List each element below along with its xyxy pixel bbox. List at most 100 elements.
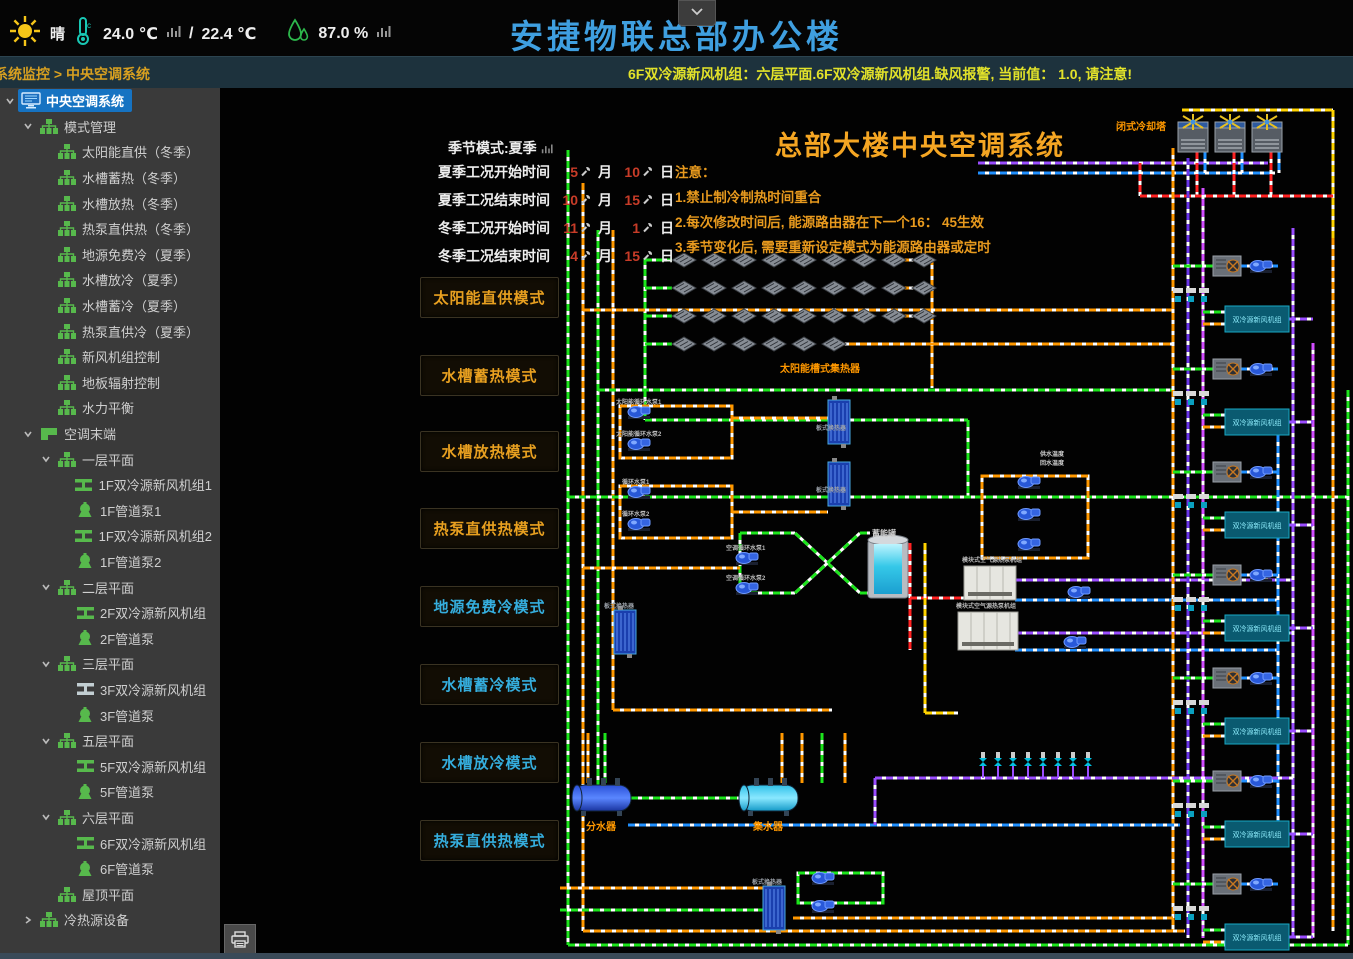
wrench-icon[interactable] xyxy=(580,220,592,236)
navigation-tree: 中央空调系统模式管理太阳能直供（冬季）水槽蓄热（冬季）水槽放热（冬季）热泵直供热… xyxy=(0,88,220,959)
header-collapse-button[interactable] xyxy=(678,0,716,26)
chevron-down-icon[interactable] xyxy=(38,582,54,592)
month-value[interactable]: 11 xyxy=(556,220,578,236)
sidebar-item[interactable]: 一层平面 xyxy=(0,446,220,472)
chevron-right-icon[interactable] xyxy=(20,915,36,925)
sitemap-icon xyxy=(57,349,77,364)
sitemap-icon xyxy=(57,400,77,415)
trend-bars-icon xyxy=(541,142,553,155)
modular-heat-pump-unit xyxy=(958,612,1018,650)
sidebar-item[interactable]: 地板辐射控制 xyxy=(0,370,220,396)
sidebar-item[interactable]: 水槽蓄冷（夏季） xyxy=(0,293,220,319)
top-bar: 晴 c 24.0 ℃ / 22.4 ℃ 87.0 % 安捷物联总部办公楼 xyxy=(0,0,1353,56)
floor-ahu-unit xyxy=(1213,359,1241,379)
sitemap-icon xyxy=(57,452,77,467)
sidebar-item[interactable]: 屋顶平面 xyxy=(0,881,220,907)
sidebar-item[interactable]: 3F双冷源新风机组 xyxy=(0,677,220,703)
sidebar-item[interactable]: 二层平面 xyxy=(0,574,220,600)
season-settings-panel: 季节模式:夏季 夏季工况开始时间5月10日夏季工况结束时间10月15日冬季工况开… xyxy=(438,138,680,270)
floor-unit-label-box: 双冷源新风机组 xyxy=(1225,615,1289,641)
sidebar-item[interactable]: 1F双冷源新风机组1 xyxy=(0,472,220,498)
sidebar-item[interactable]: 1F管道泵2 xyxy=(0,549,220,575)
sidebar-item[interactable]: 五层平面 xyxy=(0,728,220,754)
sidebar-item[interactable]: 冷热源设备 xyxy=(0,907,220,933)
diagram-label: 循环水泵2 xyxy=(622,510,650,518)
sidebar-item-label: 水槽蓄冷（夏季） xyxy=(82,296,186,315)
sidebar-item[interactable]: 热泵直供冷（夏季） xyxy=(0,318,220,344)
mode-button[interactable]: 水槽蓄热模式 xyxy=(420,355,559,396)
sidebar-item[interactable]: 水槽放冷（夏季） xyxy=(0,267,220,293)
month-value[interactable]: 5 xyxy=(556,164,578,180)
wrench-icon[interactable] xyxy=(580,248,592,264)
flag-icon xyxy=(39,427,59,441)
sidebar-item[interactable]: 2F双冷源新风机组 xyxy=(0,600,220,626)
month-value[interactable]: 4 xyxy=(556,248,578,264)
mode-button[interactable]: 水槽放热模式 xyxy=(420,431,559,472)
sidebar-item[interactable]: 热泵直供热（冬季） xyxy=(0,216,220,242)
pump-icon xyxy=(1018,539,1040,552)
sidebar-item[interactable]: 地源免费冷（夏季） xyxy=(0,242,220,268)
wrench-icon[interactable] xyxy=(642,220,654,236)
wrench-icon[interactable] xyxy=(642,248,654,264)
chevron-down-icon[interactable] xyxy=(20,429,36,439)
day-value[interactable]: 10 xyxy=(618,164,640,180)
day-value[interactable]: 15 xyxy=(618,248,640,264)
wrench-icon[interactable] xyxy=(580,192,592,208)
wrench-icon[interactable] xyxy=(642,164,654,180)
sidebar-item[interactable]: 水力平衡 xyxy=(0,395,220,421)
chevron-down-icon[interactable] xyxy=(38,659,54,669)
sidebar-item-label: 3F双冷源新风机组 xyxy=(100,680,206,699)
mode-button[interactable]: 热泵直供热模式 xyxy=(420,820,559,861)
sidebar-item[interactable]: 新风机组控制 xyxy=(0,344,220,370)
sidebar-item[interactable]: 1F管道泵1 xyxy=(0,498,220,524)
mode-button[interactable]: 太阳能直供模式 xyxy=(420,277,559,318)
print-button[interactable] xyxy=(224,924,256,956)
chevron-down-icon[interactable] xyxy=(38,736,54,746)
water-header xyxy=(739,778,798,816)
sidebar-item[interactable]: 空调末端 xyxy=(0,421,220,447)
pump-icon xyxy=(628,487,650,500)
mode-button[interactable]: 水槽蓄冷模式 xyxy=(420,664,559,705)
pump-icon xyxy=(1068,587,1090,600)
chevron-down-icon[interactable] xyxy=(38,454,54,464)
sidebar-item[interactable]: 水槽蓄热（冬季） xyxy=(0,165,220,191)
sidebar-item[interactable]: 5F管道泵 xyxy=(0,779,220,805)
sidebar-item-label: 新风机组控制 xyxy=(82,347,160,366)
ahu-icon xyxy=(75,836,95,850)
alarm-message: 6F双冷源新风机组：六层平面.6F双冷源新风机组.缺风报警, 当前值： 1.0,… xyxy=(628,64,1132,84)
wrench-icon[interactable] xyxy=(580,164,592,180)
sidebar-item[interactable]: 三层平面 xyxy=(0,651,220,677)
sidebar-item[interactable]: 6F管道泵 xyxy=(0,856,220,882)
mode-button[interactable]: 水槽放冷模式 xyxy=(420,742,559,783)
mode-button[interactable]: 热泵直供热模式 xyxy=(420,508,559,549)
month-unit: 月 xyxy=(592,218,618,238)
sidebar-item-label: 3F管道泵 xyxy=(100,706,154,725)
mode-button[interactable]: 地源免费冷模式 xyxy=(420,586,559,627)
floor-ahu-unit xyxy=(1213,874,1241,894)
svg-text:双冷源新风机组: 双冷源新风机组 xyxy=(1233,315,1282,324)
day-value[interactable]: 15 xyxy=(618,192,640,208)
sidebar-item[interactable]: 1F双冷源新风机组2 xyxy=(0,523,220,549)
pump-icon xyxy=(812,901,834,914)
month-value[interactable]: 10 xyxy=(556,192,578,208)
sitemap-icon xyxy=(57,170,77,185)
sidebar-item[interactable]: 太阳能直供（冬季） xyxy=(0,139,220,165)
floor-ahu-unit xyxy=(1213,565,1241,585)
sidebar-item[interactable]: 水槽放热（冬季） xyxy=(0,190,220,216)
chevron-down-icon[interactable] xyxy=(38,812,54,822)
sidebar-item[interactable]: 6F双冷源新风机组 xyxy=(0,830,220,856)
diagram-label: 太阳能循环水泵1 xyxy=(615,398,662,406)
sidebar-item[interactable]: 2F管道泵 xyxy=(0,625,220,651)
chevron-down-icon[interactable] xyxy=(20,121,36,131)
main-canvas: 双冷源新风机组双冷源新风机组双冷源新风机组双冷源新风机组双冷源新风机组双冷源新风… xyxy=(220,88,1353,959)
chevron-down-icon[interactable] xyxy=(2,96,18,106)
sidebar-item[interactable]: 六层平面 xyxy=(0,805,220,831)
cooling-tower xyxy=(1215,114,1245,152)
sidebar-item-label: 冷热源设备 xyxy=(64,910,129,929)
day-value[interactable]: 1 xyxy=(618,220,640,236)
sidebar-item[interactable]: 3F管道泵 xyxy=(0,702,220,728)
wrench-icon[interactable] xyxy=(642,192,654,208)
sidebar-item[interactable]: 5F双冷源新风机组 xyxy=(0,753,220,779)
sidebar-item[interactable]: 中央空调系统 xyxy=(0,88,220,114)
sidebar-item[interactable]: 模式管理 xyxy=(0,114,220,140)
